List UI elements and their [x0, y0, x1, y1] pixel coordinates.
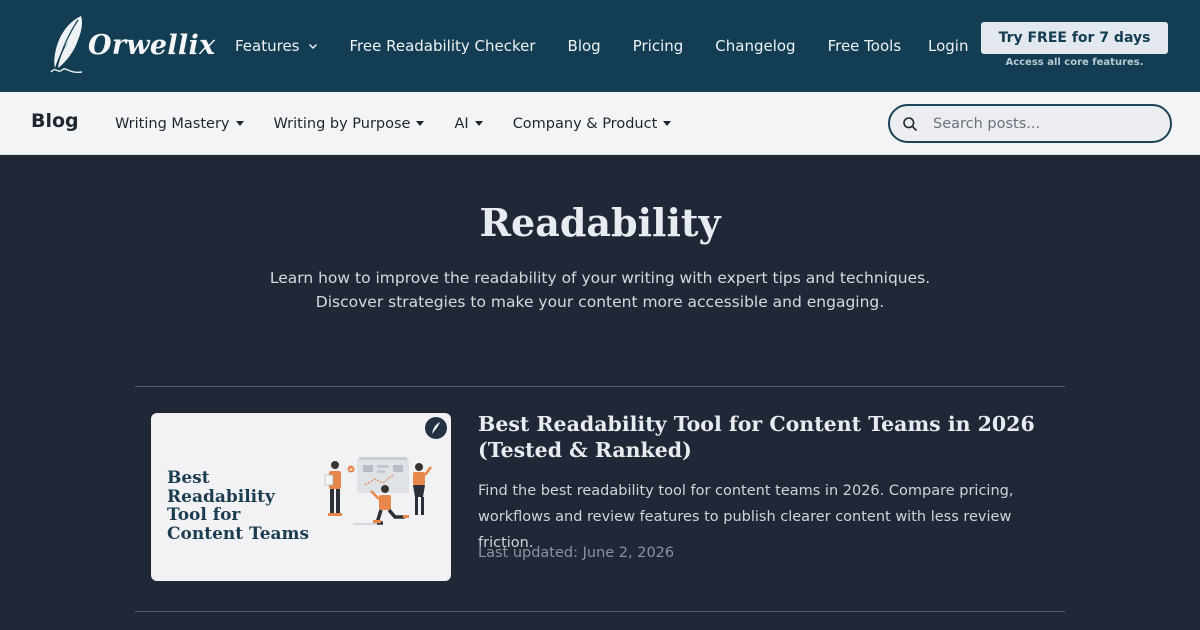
caret-down-icon: [663, 121, 672, 126]
blog-category-nav: Writing Mastery Writing by Purpose AI Co…: [115, 92, 701, 155]
page-title: Readability: [479, 200, 721, 245]
caret-down-icon: [235, 121, 244, 126]
thumbnail-heading: Best Readability Tool for Content Teams: [167, 468, 310, 544]
nav-changelog[interactable]: Changelog: [715, 37, 795, 55]
search-icon: [903, 116, 917, 131]
free-trial-subtext: Access all core features.: [1005, 57, 1144, 68]
free-trial-button[interactable]: Try FREE for 7 days: [981, 22, 1168, 54]
nav-free-tools[interactable]: Free Tools: [828, 37, 902, 55]
nav-pricing[interactable]: Pricing: [633, 37, 684, 55]
nav-features[interactable]: Features: [235, 37, 318, 55]
login-link[interactable]: Login: [928, 37, 968, 55]
divider: [135, 611, 1065, 612]
search-input[interactable]: [933, 115, 1153, 132]
quill-badge-icon: [425, 417, 447, 439]
post-card: Best Readability Tool for Content Teams: [135, 387, 1065, 611]
category-label: AI: [454, 115, 469, 132]
category-ai[interactable]: AI: [454, 115, 483, 132]
page-description: Learn how to improve the readability of …: [200, 266, 1000, 314]
category-writing-mastery[interactable]: Writing Mastery: [115, 116, 244, 132]
top-header: Orwellix Features Free Readability Check…: [0, 0, 1200, 92]
search-box[interactable]: [888, 104, 1172, 143]
description-line: Discover strategies to make your content…: [315, 293, 885, 311]
post-updated-date: Last updated: June 2, 2026: [478, 545, 675, 561]
nav-free-readability-checker[interactable]: Free Readability Checker: [350, 37, 536, 55]
category-label: Company & Product: [512, 115, 658, 132]
category-company-product[interactable]: Company & Product: [513, 116, 672, 132]
quill-icon: [50, 16, 83, 74]
caret-down-icon: [474, 121, 483, 126]
nav-blog[interactable]: Blog: [568, 37, 601, 55]
brand-name: Orwellix: [88, 29, 216, 61]
category-writing-by-purpose[interactable]: Writing by Purpose: [274, 116, 425, 132]
brand-logo[interactable]: Orwellix: [48, 14, 215, 76]
category-label: Writing by Purpose: [273, 115, 411, 132]
main-nav: Features Free Readability Checker Blog P…: [235, 0, 933, 92]
category-label: Writing Mastery: [115, 115, 230, 132]
chevron-down-icon: [308, 44, 317, 49]
description-line: Learn how to improve the readability of …: [269, 269, 931, 287]
post-thumbnail[interactable]: Best Readability Tool for Content Teams: [151, 413, 451, 581]
nav-features-label: Features: [235, 37, 300, 55]
team-review-illustration-icon: [324, 457, 432, 525]
caret-down-icon: [416, 121, 425, 126]
blog-title[interactable]: Blog: [31, 110, 79, 132]
post-title-link[interactable]: Best Readability Tool for Content Teams …: [478, 411, 1038, 463]
